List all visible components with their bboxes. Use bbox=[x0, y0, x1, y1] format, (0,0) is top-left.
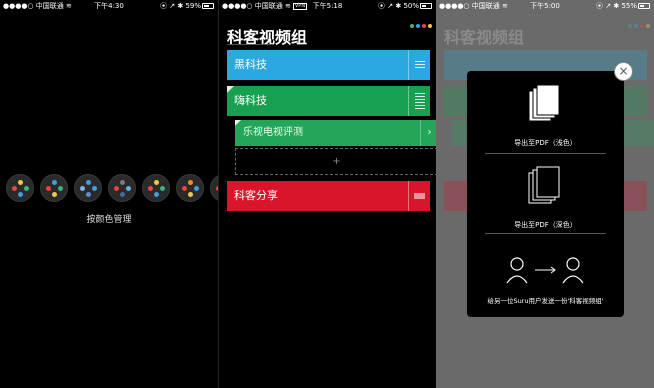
palette-3-icon[interactable] bbox=[74, 174, 102, 202]
divider bbox=[485, 233, 606, 234]
palette-dot bbox=[148, 186, 153, 191]
palette-dot bbox=[18, 180, 23, 185]
drag-handle-icon[interactable] bbox=[408, 181, 430, 211]
card-hai-keji[interactable]: 嗨科技 bbox=[227, 86, 430, 116]
palette-dot bbox=[194, 186, 199, 191]
plus-icon: + bbox=[332, 156, 341, 167]
status-icons: ⦿ ↗ ✱ bbox=[378, 2, 402, 10]
battery-icon bbox=[202, 3, 214, 9]
color-dot-icon bbox=[628, 24, 632, 28]
color-dot-icon bbox=[634, 24, 638, 28]
battery-percent: 55% bbox=[621, 2, 637, 10]
color-dot-icon bbox=[428, 24, 432, 28]
divider bbox=[485, 153, 606, 154]
palette-dot bbox=[86, 180, 91, 185]
export-modal: 导出至PDF（浅色） 导出至PDF（深色） 给另一位Suru用户发送一份'科客视… bbox=[467, 71, 624, 317]
palette-dot bbox=[154, 180, 159, 185]
export-dark-pdf-label: 导出至PDF（深色） bbox=[514, 221, 577, 229]
palette-dot bbox=[160, 186, 165, 191]
share-user-icon bbox=[506, 257, 584, 284]
battery-fill bbox=[422, 5, 426, 7]
sub-item-letv-review[interactable]: 乐视电视评测 › bbox=[235, 120, 436, 146]
color-filter-dots[interactable] bbox=[408, 13, 432, 32]
drag-handle-icon[interactable] bbox=[408, 86, 430, 116]
status-icons: ⦿ ↗ ✱ bbox=[160, 2, 184, 10]
palette-4-icon[interactable] bbox=[108, 174, 136, 202]
page-title: 科客视频组 bbox=[444, 28, 525, 47]
card-label: 科客分享 bbox=[234, 189, 278, 202]
palette-dot bbox=[86, 192, 91, 197]
battery-percent: 50% bbox=[403, 2, 419, 10]
battery-fill bbox=[640, 5, 644, 7]
color-dot-icon bbox=[640, 24, 644, 28]
palette-dot bbox=[92, 186, 97, 191]
battery-fill bbox=[204, 5, 209, 7]
palette-1-icon[interactable] bbox=[6, 174, 34, 202]
color-dot-icon bbox=[416, 24, 420, 28]
palette-dot bbox=[120, 192, 125, 197]
screen-color-manage: ●●●●○ 中国联通 ≋ 下午4:30 ⦿ ↗ ✱ 59% 按颜色管理 bbox=[0, 0, 218, 388]
color-filter-dots bbox=[626, 13, 650, 32]
screen-export-modal: ●●●●○ 中国联通 ≋ 下午5:00 ⦿ ↗ ✱ 55% 科客视频组 导出至P… bbox=[436, 0, 654, 388]
palette-dot bbox=[58, 186, 63, 191]
sub-item-label: 乐视电视评测 bbox=[243, 127, 303, 138]
send-to-user-label: 给另一位Suru用户发送一份'科客视频组' bbox=[487, 297, 604, 305]
light-pdf-icon bbox=[528, 84, 560, 122]
battery-icon bbox=[420, 3, 432, 9]
palette-7-icon[interactable] bbox=[210, 174, 218, 202]
palette-dot bbox=[126, 186, 131, 191]
palette-dot bbox=[188, 180, 193, 185]
battery-icon bbox=[638, 3, 650, 9]
chevron-right-icon[interactable]: › bbox=[420, 120, 436, 146]
dark-pdf-icon bbox=[528, 166, 560, 204]
card-keke-share[interactable]: 科客分享 bbox=[227, 181, 430, 211]
status-bar: ●●●●○ 中国联通 ≋ 下午5:00 ⦿ ↗ ✱ 55% bbox=[436, 0, 654, 12]
status-icons: ⦿ ↗ ✱ bbox=[596, 2, 620, 10]
status-bar: ●●●●○ 中国联通 ≋ VPN 下午5:18 ⦿ ↗ ✱ 50% bbox=[219, 0, 436, 12]
palette-dot bbox=[182, 186, 187, 191]
color-dot-icon bbox=[422, 24, 426, 28]
drag-handle-icon[interactable] bbox=[408, 50, 430, 80]
palette-dot bbox=[120, 180, 125, 185]
fold-corner-icon bbox=[227, 86, 234, 93]
close-icon[interactable]: × bbox=[614, 62, 633, 81]
palette-dot bbox=[52, 192, 57, 197]
palette-dot bbox=[12, 186, 17, 191]
palette-dot bbox=[80, 186, 85, 191]
palette-dot bbox=[18, 192, 23, 197]
screen-notebook: ●●●●○ 中国联通 ≋ VPN 下午5:18 ⦿ ↗ ✱ 50% 科客视频组 黑… bbox=[218, 0, 436, 388]
palette-dot bbox=[154, 192, 159, 197]
title-underline bbox=[227, 44, 273, 45]
palette-row bbox=[6, 174, 218, 204]
status-bar: ●●●●○ 中国联通 ≋ 下午4:30 ⦿ ↗ ✱ 59% bbox=[0, 0, 218, 12]
color-dot-icon bbox=[646, 24, 650, 28]
export-light-pdf-label: 导出至PDF（浅色） bbox=[514, 139, 577, 147]
palette-dot bbox=[114, 186, 119, 191]
palette-dot bbox=[188, 192, 193, 197]
card-label: 嗨科技 bbox=[234, 94, 267, 107]
battery-percent: 59% bbox=[185, 2, 201, 10]
fold-corner-icon bbox=[235, 120, 241, 126]
manage-by-color-label: 按颜色管理 bbox=[86, 215, 132, 225]
palette-dot bbox=[52, 180, 57, 185]
palette-5-icon[interactable] bbox=[142, 174, 170, 202]
palette-dot bbox=[24, 186, 29, 191]
card-label: 黑科技 bbox=[234, 58, 267, 71]
add-item-slot[interactable]: + bbox=[235, 148, 436, 175]
card-hei-keji[interactable]: 黑科技 bbox=[227, 50, 430, 80]
palette-6-icon[interactable] bbox=[176, 174, 204, 202]
color-dot-icon bbox=[410, 24, 414, 28]
palette-dot bbox=[46, 186, 51, 191]
palette-2-icon[interactable] bbox=[40, 174, 68, 202]
